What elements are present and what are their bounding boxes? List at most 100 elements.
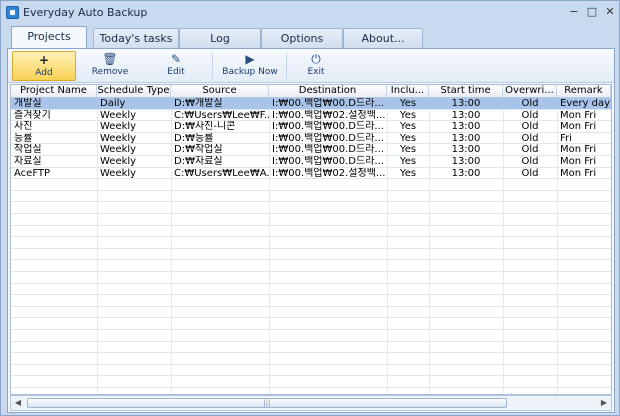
edit-label: Edit: [167, 67, 185, 77]
tab-log[interactable]: Log: [179, 28, 261, 49]
cell-schedule-type: Weekly: [100, 109, 137, 121]
cell-remark: Every day: [560, 98, 610, 109]
cell-schedule-type: Weekly: [100, 121, 137, 133]
app-window: Everyday Auto Backup − □ ✕ Projects Toda…: [0, 0, 620, 416]
cell-project-name: 개발실: [14, 98, 42, 109]
empty-row: [11, 179, 611, 191]
cell-overwrite: Old: [521, 144, 539, 156]
cell-include: Yes: [399, 144, 417, 156]
tab-todays-tasks[interactable]: Today's tasks: [93, 28, 179, 49]
column-header-destination[interactable]: Destination: [269, 85, 387, 98]
toolbar: + Add 🗑 Remove ✎ Edit ▶ Backup Now ⏻ Exi…: [8, 49, 614, 83]
empty-row: [11, 307, 611, 319]
cell-schedule-type: Weekly: [100, 132, 137, 144]
empty-row: [11, 214, 611, 226]
cell-schedule-type: Daily: [100, 98, 126, 109]
empty-row: [11, 260, 611, 272]
column-header-project-name[interactable]: Project Name: [11, 85, 97, 98]
cell-project-name: 사진: [14, 121, 33, 133]
cell-overwrite: Old: [521, 167, 539, 179]
trash-icon: 🗑: [102, 52, 118, 66]
cell-destination: I:₩00.백업₩00.D드라...: [272, 132, 384, 144]
cell-project-name: 자료실: [14, 156, 42, 167]
cell-schedule-type: Weekly: [100, 167, 137, 179]
remove-button[interactable]: 🗑 Remove: [84, 51, 136, 81]
cell-source: D:₩자료실: [174, 156, 223, 167]
play-icon: ▶: [245, 52, 255, 66]
horizontal-scrollbar[interactable]: ◀ ||| ▶: [10, 395, 612, 411]
table-row[interactable]: 능률 Weekly D:₩능률 I:₩00.백업₩00.D드라... Yes 13:00 O…: [11, 133, 611, 145]
cell-start-time: 13:00: [451, 144, 481, 156]
toolbar-separator: [286, 53, 287, 79]
cell-destination: I:₩00.백업₩00.D드라...: [272, 98, 384, 109]
cell-source: D:₩작업실: [174, 144, 223, 156]
empty-row: [11, 376, 611, 388]
backup-label: Backup Now: [222, 67, 278, 77]
cell-remark: Mon Fri: [560, 121, 597, 133]
projects-table[interactable]: Project Name Schedule Type Source Destin…: [10, 84, 612, 395]
table-row[interactable]: 개발실 Daily D:₩개발실 I:₩00.백업₩00.D드라... Yes 13:00…: [11, 98, 611, 110]
cell-start-time: 13:00: [451, 121, 481, 133]
cell-project-name: 즐겨찾기: [14, 109, 51, 121]
scroll-right-icon[interactable]: ▶: [597, 396, 611, 410]
cell-overwrite: Old: [521, 109, 539, 121]
title-bar[interactable]: Everyday Auto Backup − □ ✕: [1, 1, 619, 25]
empty-row: [11, 318, 611, 330]
cell-source: C:₩Users₩Lee₩A...: [174, 167, 269, 179]
tab-about[interactable]: About...: [343, 28, 423, 49]
empty-row: [11, 284, 611, 296]
close-button[interactable]: ✕: [603, 5, 617, 19]
table-row[interactable]: AceFTP Weekly C:₩Users₩Lee₩A... I:₩00.백업₩02…: [11, 168, 611, 180]
cell-start-time: 13:00: [451, 132, 481, 144]
empty-row: [11, 226, 611, 238]
cell-destination: I:₩00.백업₩02.설정백...: [272, 109, 386, 121]
cell-source: D:₩능률: [174, 132, 214, 144]
scrollbar-thumb[interactable]: |||: [27, 398, 507, 408]
empty-row: [11, 249, 611, 261]
column-header-overwrite[interactable]: Overwri...: [503, 85, 557, 98]
table-row[interactable]: 작업실 Weekly D:₩작업실 I:₩00.백업₩00.D드라... Yes 13:0…: [11, 144, 611, 156]
table-row[interactable]: 즐겨찾기 Weekly C:₩Users₩Lee₩F... I:₩00.백업₩02.설…: [11, 110, 611, 122]
empty-row: [11, 342, 611, 354]
projects-panel: + Add 🗑 Remove ✎ Edit ▶ Backup Now ⏻ Exi…: [7, 48, 615, 413]
cell-schedule-type: Weekly: [100, 144, 137, 156]
empty-row: [11, 272, 611, 284]
column-header-schedule-type[interactable]: Schedule Type: [97, 85, 171, 98]
app-icon: [6, 6, 19, 19]
backup-now-button[interactable]: ▶ Backup Now: [220, 51, 280, 81]
remove-label: Remove: [91, 67, 129, 77]
empty-row: [11, 353, 611, 365]
column-header-remark[interactable]: Remark: [557, 85, 611, 98]
cell-overwrite: Old: [521, 132, 539, 144]
cell-project-name: 능률: [14, 132, 33, 144]
add-button[interactable]: + Add: [12, 51, 76, 81]
minimize-button[interactable]: −: [567, 5, 581, 19]
column-header-include[interactable]: Inclu...: [387, 85, 429, 98]
tab-projects[interactable]: Projects: [11, 26, 87, 49]
cell-start-time: 13:00: [451, 109, 481, 121]
cell-overwrite: Old: [521, 121, 539, 133]
cell-remark: Mon Fri: [560, 144, 597, 156]
cell-source: D:₩개발실: [174, 98, 223, 109]
edit-button[interactable]: ✎ Edit: [154, 51, 198, 81]
cell-include: Yes: [399, 98, 417, 109]
table-header: Project Name Schedule Type Source Destin…: [11, 85, 611, 98]
column-header-start-time[interactable]: Start time: [429, 85, 503, 98]
maximize-button[interactable]: □: [585, 5, 599, 19]
cell-project-name: 작업실: [14, 144, 42, 156]
tab-options[interactable]: Options: [261, 28, 343, 49]
table-row[interactable]: 사진 Weekly D:₩사진-니콘 I:₩00.백업₩00.D드라... Yes 13:…: [11, 121, 611, 133]
cell-start-time: 13:00: [451, 98, 481, 109]
toolbar-separator: [212, 53, 213, 79]
table-row[interactable]: 자료실 Weekly D:₩자료실 I:₩00.백업₩00.D드라... Yes 13:0…: [11, 156, 611, 168]
cell-remark: Mon Fri: [560, 109, 597, 121]
column-header-source[interactable]: Source: [171, 85, 269, 98]
power-icon: ⏻: [311, 52, 321, 66]
cell-start-time: 13:00: [451, 156, 481, 167]
empty-row: [11, 295, 611, 307]
cell-remark: Fri: [560, 132, 572, 144]
empty-row: [11, 202, 611, 214]
scroll-left-icon[interactable]: ◀: [11, 396, 25, 410]
exit-button[interactable]: ⏻ Exit: [294, 51, 338, 81]
cell-include: Yes: [399, 132, 417, 144]
